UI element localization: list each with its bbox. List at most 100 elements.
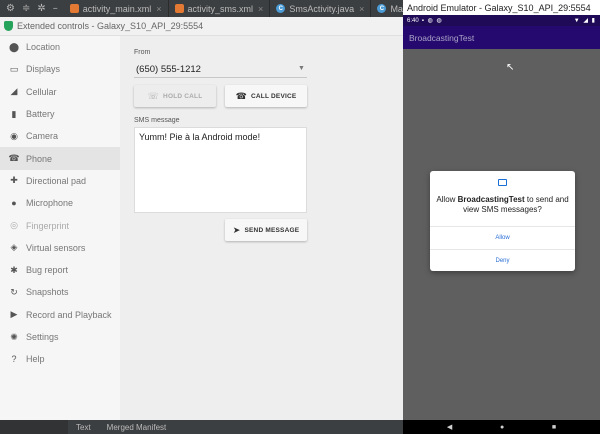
editor-tab-label: SmsActivity.java <box>289 3 355 14</box>
editor-tab-label: activity_main.xml <box>82 3 152 14</box>
home-icon[interactable]: ● <box>500 424 504 431</box>
snapshots-icon: ↻ <box>10 286 18 297</box>
from-label: From <box>134 49 151 56</box>
editor-tab[interactable]: activity_sms.xml × <box>169 0 271 17</box>
split-icon[interactable]: ≑ <box>22 3 30 14</box>
location-pin-icon: ⬤ <box>8 41 20 52</box>
from-dropdown-underline <box>134 77 307 78</box>
record-icon: ▶ <box>10 309 18 320</box>
sidebar-item-fingerprint[interactable]: ◎ Fingerprint <box>0 214 120 236</box>
android-nav-bar: ◀ ● ■ <box>403 420 600 434</box>
sidebar-item-record-and-playback[interactable]: ▶ Record and Playback <box>0 304 120 326</box>
ide-toolbar: ⚙ ≑ ✲ – <box>0 0 64 17</box>
sidebar-item-virtual-sensors[interactable]: ◈ Virtual sensors <box>0 237 120 259</box>
wifi-battery-icon: ▼ ◢ ▮ <box>573 18 596 24</box>
editor-tab-label: activity_sms.xml <box>187 3 254 14</box>
send-message-button[interactable]: ➤ SEND MESSAGE <box>225 219 307 241</box>
permission-app-name: BroadcastingTest <box>457 195 525 204</box>
sidebar-item-camera[interactable]: ◉ Camera <box>0 125 120 147</box>
close-icon[interactable]: × <box>156 4 161 14</box>
sidebar-item-label: Help <box>26 354 45 365</box>
back-icon[interactable]: ◀ <box>447 424 452 431</box>
bug-icon: ✱ <box>10 264 18 275</box>
ide-bottom-bar: Text Merged Manifest <box>0 420 403 434</box>
app-bar: BroadcastingTest <box>403 26 600 49</box>
signal-icon: ◢ <box>10 86 18 97</box>
minimize-icon[interactable]: – <box>53 3 58 14</box>
sidebar-item-bug-report[interactable]: ✱ Bug report <box>0 259 120 281</box>
ide-bottom-bar-left <box>0 420 68 434</box>
sms-message-field[interactable]: Yumm! Pie à la Android mode! <box>134 127 307 213</box>
sidebar-item-snapshots[interactable]: ↻ Snapshots <box>0 281 120 303</box>
dpad-icon: ✚ <box>10 175 18 186</box>
sidebar-item-phone[interactable]: ☎ Phone <box>0 147 120 170</box>
xml-file-icon <box>69 4 79 13</box>
display-icon: ▭ <box>9 63 19 74</box>
sidebar-item-settings[interactable]: ✺ Settings <box>0 326 120 348</box>
bottom-tab-text[interactable]: Text <box>68 423 99 432</box>
close-icon[interactable]: × <box>258 4 263 14</box>
extended-controls-titlebar: Extended controls - Galaxy_S10_API_29:55… <box>0 17 403 36</box>
gear-icon: ✺ <box>10 331 18 342</box>
sidebar-item-directional-pad[interactable]: ✚ Directional pad <box>0 170 120 192</box>
sidebar-item-microphone[interactable]: ● Microphone <box>0 192 120 214</box>
send-icon: ➤ <box>232 224 241 235</box>
emulator-screen[interactable]: 6:40 ▪ ◍ ◍ ▼ ◢ ▮ BroadcastingTest ↖ Allo… <box>403 15 600 420</box>
permission-message: Allow BroadcastingTest to send and view … <box>436 195 569 215</box>
sidebar-item-label: Camera <box>26 131 59 142</box>
hold-call-icon: ☏ <box>147 90 160 101</box>
hold-call-button[interactable]: ☏ HOLD CALL <box>134 85 216 107</box>
sidebar-item-label: Snapshots <box>26 287 69 298</box>
editor-tab[interactable]: C SmsActivity.java × <box>270 0 372 17</box>
sidebar-item-label: Fingerprint <box>26 220 70 231</box>
xml-file-icon <box>174 4 184 13</box>
help-icon: ? <box>11 353 17 364</box>
microphone-icon: ● <box>11 197 17 208</box>
java-class-icon: C <box>276 4 286 13</box>
sidebar-item-battery[interactable]: ▮ Battery <box>0 103 120 125</box>
editor-tab[interactable]: activity_main.xml × <box>64 0 169 17</box>
sidebar-item-location[interactable]: ⬤ Location <box>0 36 120 58</box>
sidebar-item-label: Virtual sensors <box>26 242 86 253</box>
bottom-tab-merged-manifest[interactable]: Merged Manifest <box>99 423 175 432</box>
sidebar-item-cellular[interactable]: ◢ Cellular <box>0 81 120 103</box>
permission-dialog: Allow BroadcastingTest to send and view … <box>430 171 575 271</box>
status-time: 6:40 <box>407 17 419 24</box>
hold-call-label: HOLD CALL <box>163 92 203 100</box>
phone-panel: From (650) 555-1212 ▼ ☏ HOLD CALL ☎ CALL… <box>120 36 403 420</box>
ide-tab-strip: ⚙ ≑ ✲ – activity_main.xml × activity_sms.x… <box>0 0 475 17</box>
shield-icon <box>4 21 13 31</box>
sms-message-label: SMS message <box>134 117 180 124</box>
sidebar-item-label: Settings <box>26 332 59 342</box>
settings-icon[interactable]: ✲ <box>37 3 45 14</box>
send-message-label: SEND MESSAGE <box>244 226 300 234</box>
app-title: BroadcastingTest <box>409 32 475 43</box>
gear-icon[interactable]: ⚙ <box>6 3 15 14</box>
sidebar-item-displays[interactable]: ▭ Displays <box>0 58 120 80</box>
phone-icon: ☎ <box>235 90 247 101</box>
notification-icons: ▪ ◍ ◍ <box>421 18 443 24</box>
mouse-pointer-icon: ↖ <box>506 62 515 73</box>
extended-controls-title: Extended controls - Galaxy_S10_API_29:55… <box>17 21 204 31</box>
extended-controls-sidebar: ⬤ Location ▭ Displays ◢ Cellular ▮ Battery ◉ Came… <box>0 36 120 420</box>
close-icon[interactable]: × <box>359 4 364 14</box>
sidebar-item-label: Location <box>26 42 61 53</box>
call-device-button[interactable]: ☎ CALL DEVICE <box>225 85 307 107</box>
recents-icon[interactable]: ■ <box>552 424 556 431</box>
sidebar-item-label: Battery <box>26 109 55 120</box>
chevron-down-icon[interactable]: ▼ <box>298 65 305 72</box>
emulator-title: Android Emulator - Galaxy_S10_API_29:555… <box>407 2 591 13</box>
sensors-icon: ◈ <box>10 242 18 253</box>
allow-button[interactable]: Allow <box>430 226 575 248</box>
permission-text-before: Allow <box>436 195 458 204</box>
from-phone-number[interactable]: (650) 555-1212 <box>136 64 201 75</box>
sidebar-item-label: Directional pad <box>26 175 87 186</box>
deny-button[interactable]: Deny <box>430 249 575 271</box>
android-status-bar: 6:40 ▪ ◍ ◍ ▼ ◢ ▮ <box>403 15 600 26</box>
sidebar-item-help[interactable]: ? Help <box>0 348 120 370</box>
phone-icon: ☎ <box>8 153 20 164</box>
battery-icon: ▮ <box>11 108 17 119</box>
call-device-label: CALL DEVICE <box>251 92 297 100</box>
fingerprint-icon: ◎ <box>10 220 18 231</box>
java-class-icon: C <box>377 4 387 13</box>
